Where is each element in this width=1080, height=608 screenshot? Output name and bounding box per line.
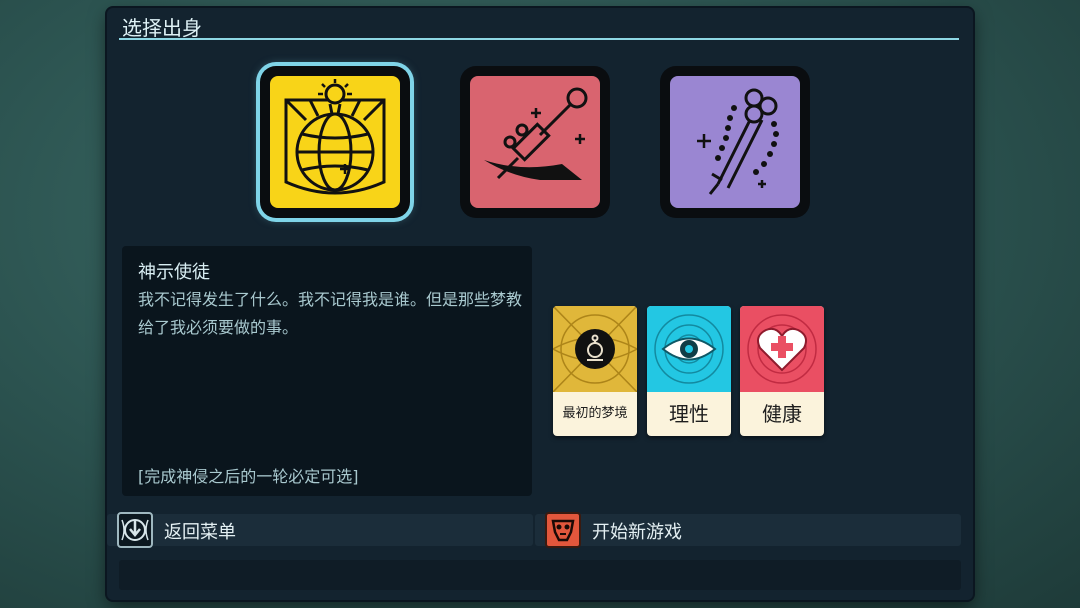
origin-card-doctor[interactable] [460,66,610,218]
syringe-knife-icon [470,76,600,208]
stat-label-first-dream: 最初的梦境 [562,406,628,421]
origin-select-panel: 选择出身 神示使徒 我不记得发生了什么。我不记得我是谁。但是那些梦教给了我必须要… [107,8,973,600]
start-game-icon [545,512,581,548]
origin-description: 我不记得发生了什么。我不记得我是谁。但是那些梦教给了我必须要做的事。 [138,290,523,337]
start-new-game-label: 开始新游戏 [592,522,682,543]
heart-icon [740,306,824,392]
stat-label-health: 健康 [762,402,802,426]
origin-card-believer[interactable] [660,66,810,218]
title-divider [119,38,959,40]
back-menu-icon [117,512,153,548]
sunburst-globe-icon [270,76,400,208]
stat-card-first-dream[interactable]: 最初的梦境 [553,306,637,436]
footer-strip [119,560,961,590]
origin-card-oracle[interactable] [260,66,410,218]
back-to-menu-button[interactable]: 返回菜单 [107,512,533,548]
key-rosary-icon [670,76,800,208]
lantern-icon [553,306,637,392]
origin-description-box: 神示使徒 我不记得发生了什么。我不记得我是谁。但是那些梦教给了我必须要做的事。 … [122,246,532,496]
origin-name: 神示使徒 [138,262,210,283]
origin-unlock-note: [完成神侵之后的一轮必定可选] [138,467,359,486]
stat-label-reason: 理性 [669,402,709,426]
stat-card-reason[interactable]: 理性 [647,306,731,436]
back-to-menu-label: 返回菜单 [164,522,236,543]
stat-card-health[interactable]: 健康 [740,306,824,436]
eye-icon [647,306,731,392]
start-new-game-button[interactable]: 开始新游戏 [535,512,961,548]
panel-title: 选择出身 [122,16,202,40]
